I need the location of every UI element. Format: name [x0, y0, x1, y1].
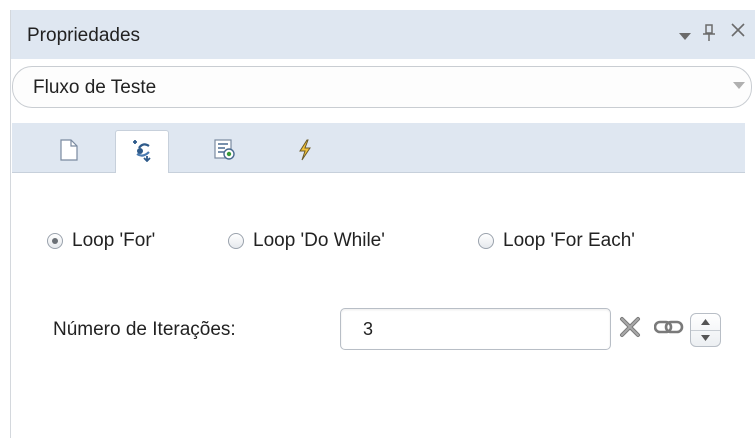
pin-icon[interactable]	[703, 24, 715, 46]
loop-for-radio[interactable]	[47, 233, 63, 249]
loop-do-while-label: Loop 'Do While'	[253, 230, 385, 251]
loop-for-label: Loop 'For'	[72, 230, 156, 251]
chevron-down-icon[interactable]	[691, 330, 720, 346]
tab-loop[interactable]	[115, 130, 169, 173]
loop-settings-icon	[129, 138, 155, 167]
loop-do-while-option[interactable]: Loop 'Do While'	[228, 228, 385, 254]
clear-icon[interactable]	[618, 315, 642, 344]
tab-data[interactable]	[198, 131, 252, 173]
panel-titlebar: Propriedades	[11, 10, 755, 59]
flow-selector-value: Fluxo de Teste	[33, 77, 157, 98]
tab-general[interactable]	[42, 131, 96, 173]
loop-do-while-radio[interactable]	[228, 233, 244, 249]
chevron-down-icon	[733, 79, 745, 93]
event-icon	[297, 139, 313, 166]
iterations-input[interactable]	[363, 319, 603, 340]
close-icon[interactable]	[730, 22, 746, 42]
flow-selector-dropdown[interactable]: Fluxo de Teste	[12, 66, 752, 108]
chevron-up-icon[interactable]	[691, 314, 720, 331]
iterations-input-box[interactable]	[340, 308, 611, 350]
tab-events[interactable]	[278, 131, 332, 173]
loop-for-each-label: Loop 'For Each'	[503, 230, 635, 251]
document-icon	[60, 138, 78, 166]
property-tabs	[12, 123, 745, 173]
iterations-label: Número de Iterações:	[53, 319, 236, 340]
panel-title: Propriedades	[27, 25, 141, 46]
data-table-icon	[214, 138, 236, 166]
loop-for-each-radio[interactable]	[478, 233, 494, 249]
dropdown-menu-icon[interactable]	[679, 26, 691, 46]
loop-for-option[interactable]: Loop 'For'	[47, 228, 155, 254]
link-icon[interactable]	[653, 319, 684, 340]
loop-for-each-option[interactable]: Loop 'For Each'	[478, 228, 635, 254]
iterations-stepper[interactable]	[690, 313, 721, 347]
